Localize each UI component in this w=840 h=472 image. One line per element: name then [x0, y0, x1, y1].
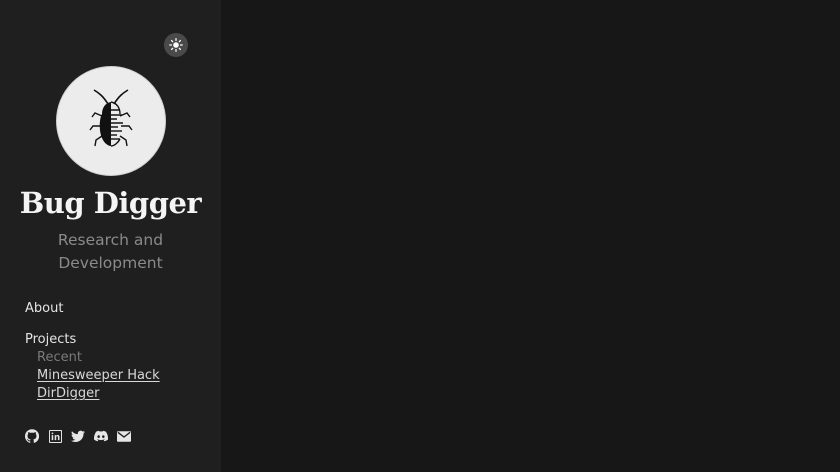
nav-link-dirdigger[interactable]: DirDigger: [37, 385, 160, 403]
avatar: [56, 66, 166, 176]
sidebar-nav: About Projects Recent Minesweeper Hack D…: [25, 300, 160, 403]
github-icon[interactable]: [25, 429, 39, 443]
nav-item-projects[interactable]: Projects: [25, 331, 160, 349]
sidebar: Bug Digger Research and Development Abou…: [0, 0, 221, 472]
sun-icon: [169, 38, 183, 52]
discord-icon[interactable]: [94, 429, 108, 443]
nav-link-minesweeper-hack[interactable]: Minesweeper Hack: [37, 367, 160, 385]
main-content: [221, 0, 840, 472]
site-title[interactable]: Bug Digger: [0, 186, 221, 220]
page-layout: Bug Digger Research and Development Abou…: [0, 0, 840, 472]
linkedin-icon[interactable]: [48, 429, 62, 443]
theme-toggle-button[interactable]: [164, 33, 188, 57]
twitter-icon[interactable]: [71, 429, 85, 443]
nav-item-about[interactable]: About: [25, 300, 160, 318]
site-tagline: Research and Development: [57, 231, 164, 272]
email-icon[interactable]: [117, 429, 131, 443]
nav-recent-heading: Recent: [37, 350, 82, 365]
bug-logo-icon: [89, 89, 133, 147]
social-links: [25, 429, 131, 443]
